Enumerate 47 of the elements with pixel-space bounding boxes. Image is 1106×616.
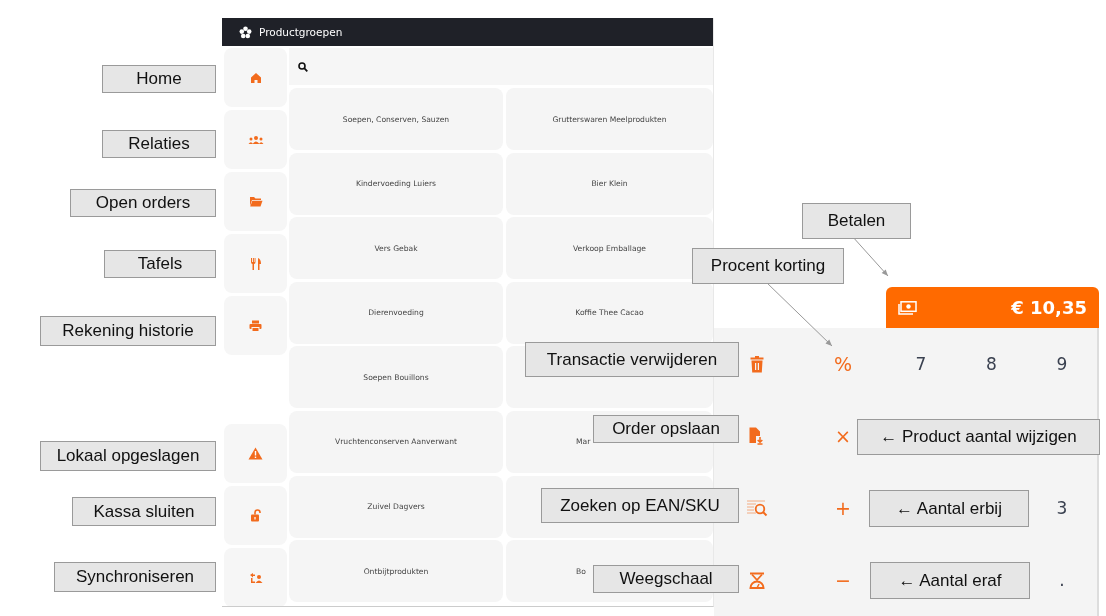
annotation-label: Lokaal opgeslagen bbox=[40, 441, 216, 471]
sidebar-button[interactable] bbox=[224, 296, 287, 355]
trash-icon bbox=[750, 355, 764, 373]
digit-key[interactable]: 3 bbox=[1056, 498, 1068, 518]
annotation-label: Transactie verwijderen bbox=[525, 342, 739, 377]
digit-key[interactable]: 7 bbox=[915, 354, 927, 374]
barcode-search-icon bbox=[746, 499, 768, 517]
annotation-label: Rekening historie bbox=[40, 316, 216, 346]
cash-icon bbox=[898, 300, 917, 315]
unlock-icon bbox=[249, 509, 262, 522]
sidebar-button[interactable] bbox=[224, 548, 287, 606]
annotation-label: Relaties bbox=[102, 130, 216, 158]
annotation-label: Zoeken op EAN/SKU bbox=[541, 488, 739, 523]
warning-icon bbox=[248, 447, 263, 460]
people-icon bbox=[247, 134, 264, 145]
sync-icon bbox=[248, 571, 263, 584]
sidebar-button[interactable] bbox=[224, 234, 287, 293]
search-icon bbox=[298, 61, 308, 72]
home-icon bbox=[249, 71, 262, 84]
header-title: Productgroepen bbox=[259, 26, 343, 38]
sidebar-button[interactable] bbox=[224, 172, 287, 231]
annotation-label: Synchroniseren bbox=[54, 562, 216, 592]
annotation-label: Procent korting bbox=[692, 248, 844, 284]
flower-icon bbox=[239, 25, 252, 39]
digit-key[interactable]: 8 bbox=[986, 354, 997, 374]
annotation-label: Open orders bbox=[70, 189, 216, 217]
annotation-label: Betalen bbox=[802, 203, 911, 239]
document-download-icon bbox=[749, 427, 765, 445]
annotation-label: Tafels bbox=[104, 250, 216, 278]
sidebar-button[interactable] bbox=[224, 424, 287, 483]
sidebar-button[interactable] bbox=[224, 486, 287, 545]
folder-icon bbox=[248, 196, 263, 207]
printer-icon bbox=[249, 319, 262, 332]
annotation-label: ← Aantal eraf bbox=[870, 562, 1030, 599]
digit-key[interactable]: 9 bbox=[1056, 354, 1068, 374]
annotation-label: Kassa sluiten bbox=[72, 497, 216, 526]
cutlery-icon bbox=[249, 256, 262, 271]
digit-key[interactable]: . bbox=[1059, 570, 1065, 590]
sidebar-button[interactable] bbox=[224, 110, 287, 169]
annotation-label: ← Aantal erbij bbox=[869, 490, 1029, 527]
annotation-label: Order opslaan bbox=[593, 415, 739, 443]
scale-icon bbox=[749, 571, 765, 589]
annotation-label: ← Product aantal wijzigen bbox=[857, 419, 1100, 455]
annotation-label: Home bbox=[102, 65, 216, 93]
search-field[interactable] bbox=[289, 48, 713, 85]
sidebar-button[interactable] bbox=[224, 48, 287, 107]
annotation-label: Weegschaal bbox=[593, 565, 739, 593]
